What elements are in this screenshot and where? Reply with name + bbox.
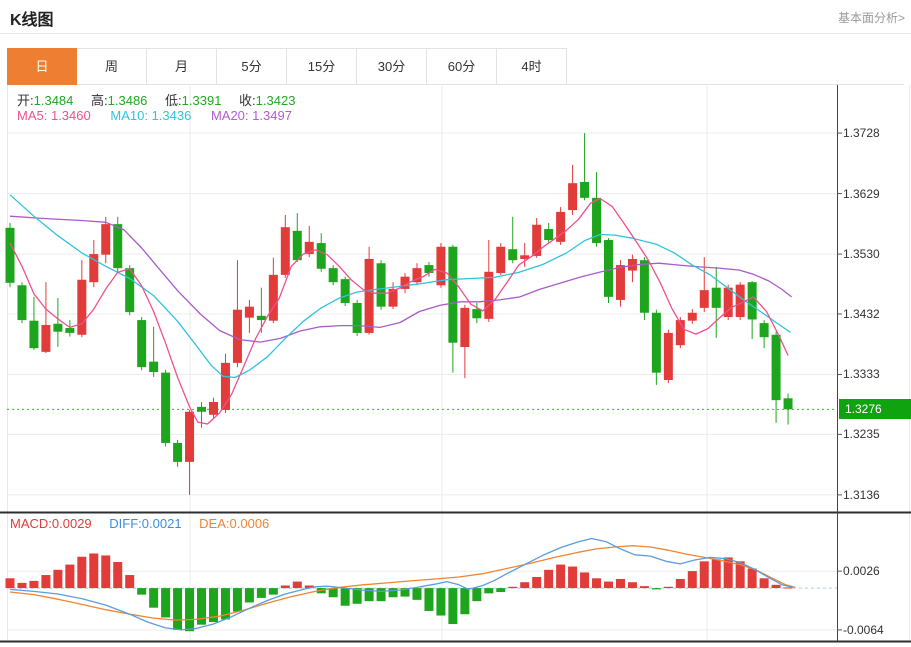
candle — [484, 272, 493, 319]
ma10-value: 1.3436 — [152, 108, 192, 123]
candle — [365, 259, 374, 333]
diff-label: DIFF: — [109, 516, 142, 531]
candle — [53, 324, 62, 332]
candle — [784, 398, 793, 409]
candle — [29, 321, 38, 349]
candle — [508, 249, 517, 260]
candle — [544, 229, 553, 240]
low-value: 1.3391 — [182, 93, 222, 108]
candle — [245, 307, 254, 318]
candle — [6, 228, 15, 283]
candle — [532, 225, 541, 256]
candle — [688, 313, 697, 321]
high-value: 1.3486 — [108, 93, 148, 108]
kline-widget: K线图 基本面分析> 日周月5分15分30分60分4时 开:1.3484 高:1… — [0, 0, 911, 647]
candle — [197, 407, 206, 412]
price-axis-label: 1.3728 — [843, 126, 880, 140]
close-label: 收: — [239, 93, 256, 108]
low-label: 低: — [165, 93, 182, 108]
candle — [436, 247, 445, 286]
candle — [257, 316, 266, 320]
candle — [317, 243, 326, 269]
candle — [616, 265, 625, 300]
candle — [760, 323, 769, 337]
candle — [113, 224, 122, 268]
candle — [161, 373, 170, 443]
candle — [448, 247, 457, 343]
candle — [65, 328, 74, 333]
dea-value: 0.0006 — [230, 516, 270, 531]
candle — [568, 183, 577, 210]
candle — [233, 310, 242, 363]
ma5-value: 1.3460 — [51, 108, 91, 123]
candle — [137, 320, 146, 367]
candle — [101, 224, 110, 255]
open-label: 开: — [17, 93, 34, 108]
open-value: 1.3484 — [34, 93, 74, 108]
candle — [125, 268, 134, 312]
price-axis-label: 1.3530 — [843, 247, 880, 261]
dea-label: DEA: — [199, 516, 229, 531]
price-axis-label: 1.3629 — [843, 187, 880, 201]
macd-value: 0.0029 — [52, 516, 92, 531]
ma10-label: MA10: — [110, 108, 148, 123]
candle — [496, 247, 505, 273]
candle — [281, 227, 290, 275]
candle — [77, 280, 86, 335]
current-price-tag: 1.3276 — [839, 399, 911, 419]
candle — [17, 285, 26, 320]
macd-histogram — [6, 553, 793, 631]
candle — [460, 308, 469, 347]
candle — [41, 325, 50, 352]
candle — [472, 309, 481, 318]
macd-axis-label: -0.0064 — [843, 623, 884, 637]
candle — [736, 285, 745, 317]
candle — [173, 443, 182, 462]
candle — [652, 313, 661, 373]
price-axis-label: 1.3333 — [843, 367, 880, 381]
candle — [329, 268, 338, 282]
candle — [209, 402, 218, 415]
macd-label: MACD: — [10, 516, 52, 531]
candle — [293, 231, 302, 260]
candle — [700, 290, 709, 308]
candle — [604, 240, 613, 297]
candle — [269, 275, 278, 321]
price-axis-label: 1.3432 — [843, 307, 880, 321]
ma5-label: MA5: — [17, 108, 47, 123]
macd-readout: MACD:0.0029 DIFF:0.0021 DEA:0.0006 — [10, 516, 269, 531]
high-label: 高: — [91, 93, 108, 108]
ma-readout: MA5: 1.3460 MA10: 1.3436 MA20: 1.3497 — [17, 108, 292, 123]
macd-axis-label: 0.0026 — [843, 564, 880, 578]
price-axis-label: 1.3235 — [843, 427, 880, 441]
diff-value: 0.0021 — [142, 516, 182, 531]
close-value: 1.3423 — [256, 93, 296, 108]
candle — [712, 288, 721, 308]
ma20-label: MA20: — [211, 108, 249, 123]
candle — [149, 362, 158, 372]
candle — [353, 303, 362, 333]
price-axis-label: 1.3136 — [843, 488, 880, 502]
candle — [185, 412, 194, 462]
ohlc-readout: 开:1.3484 高:1.3486 低:1.3391 收:1.3423 — [17, 90, 309, 109]
candle — [377, 263, 386, 306]
candle — [772, 335, 781, 400]
candle — [341, 279, 350, 303]
candle — [664, 333, 673, 380]
candle — [640, 260, 649, 313]
ma20-value: 1.3497 — [252, 108, 292, 123]
candle — [580, 182, 589, 198]
candle — [748, 282, 757, 319]
